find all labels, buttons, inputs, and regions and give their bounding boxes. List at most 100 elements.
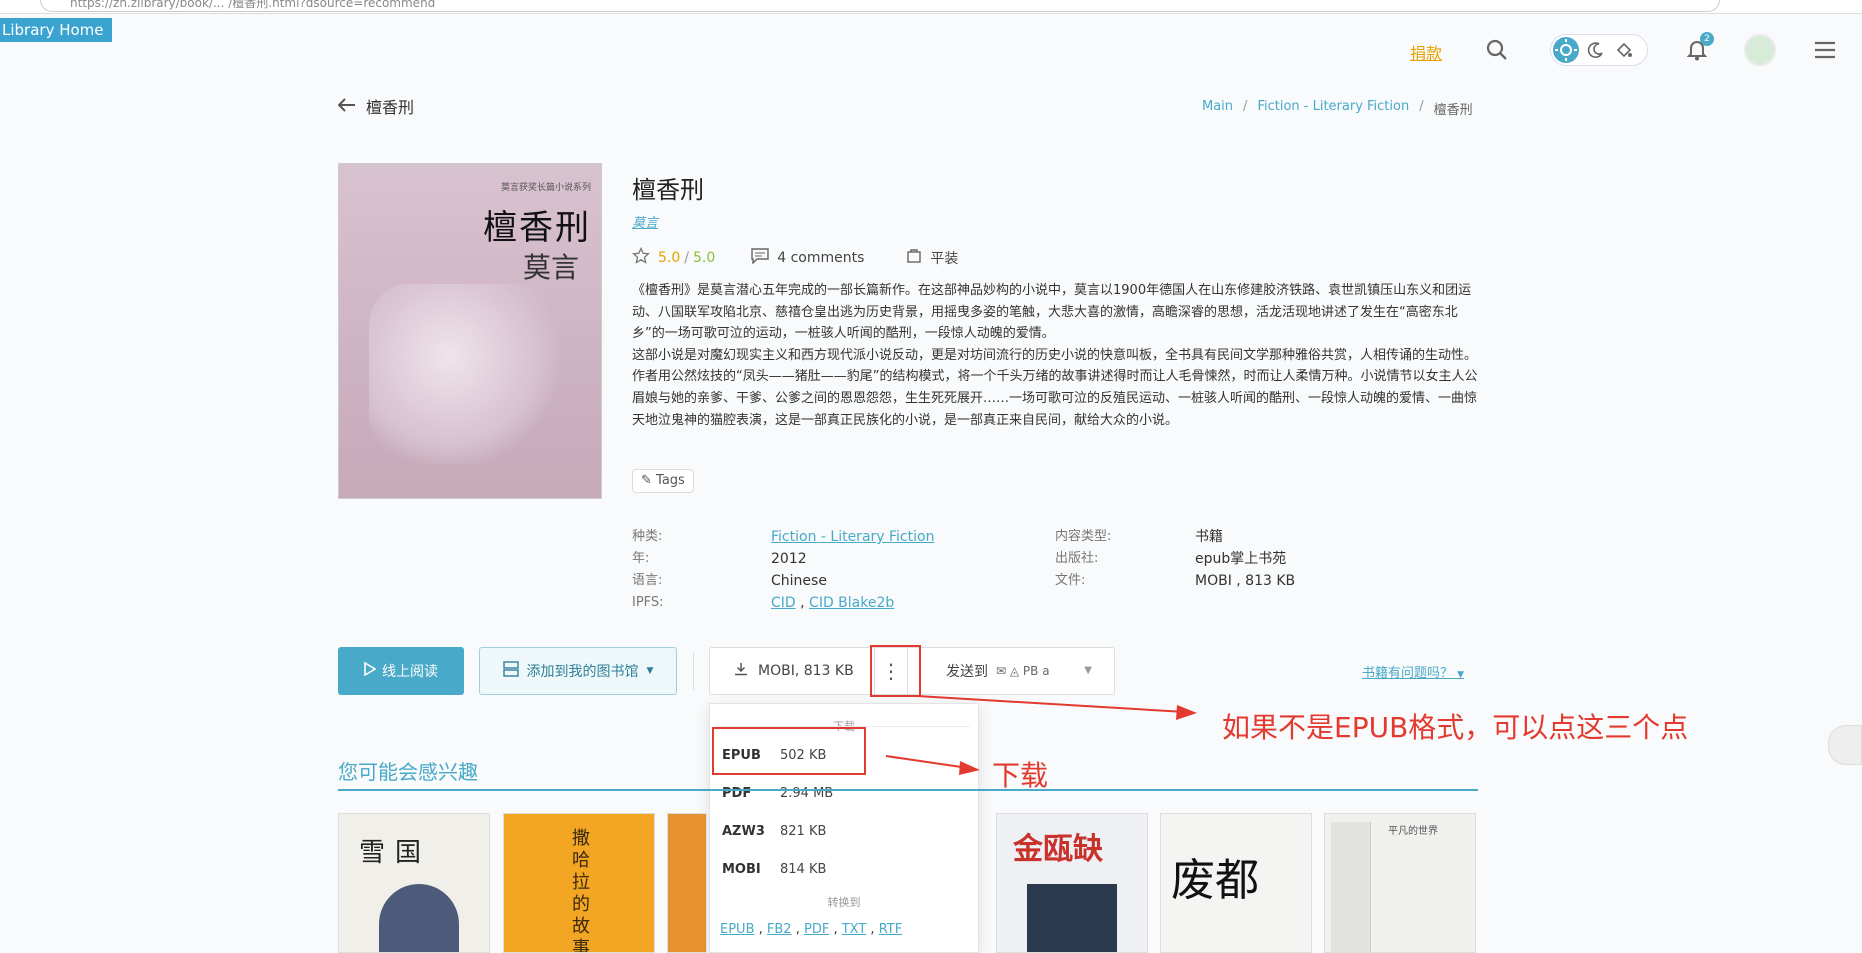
related-book-title: 撒哈拉的故事 xyxy=(572,828,590,953)
ipfs-cid-link[interactable]: CID xyxy=(771,595,796,611)
donate-link[interactable]: 捐款 xyxy=(1410,40,1442,64)
convert-epub-link[interactable]: EPUB xyxy=(720,922,755,937)
format-size: 821 KB xyxy=(780,824,827,839)
chevron-down-icon: ▼ xyxy=(646,666,654,676)
comment-icon[interactable] xyxy=(751,248,769,268)
add-to-library-label: 添加到我的图书馆 xyxy=(526,664,639,680)
arrow-left-icon[interactable] xyxy=(337,97,356,116)
convert-fb2-link[interactable]: FB2 xyxy=(767,922,792,937)
related-book-cover[interactable]: 雪国 xyxy=(338,813,490,953)
comments-count[interactable]: 4 comments xyxy=(777,250,864,266)
related-section-title: 您可能会感兴趣 xyxy=(338,760,478,784)
convert-txt-link[interactable]: TXT xyxy=(842,922,867,937)
page-title: 檀香刑 xyxy=(366,98,415,117)
convert-header: 转换到 xyxy=(827,896,861,909)
download-label: MOBI, 813 KB xyxy=(758,663,854,679)
download-icon xyxy=(734,662,748,680)
annotation-box-epub xyxy=(712,727,866,775)
related-book-title: 金瓯缺 xyxy=(1013,832,1103,867)
book-title: 檀香刑 xyxy=(632,176,704,204)
send-targets-icons: ✉ ◬ PB a xyxy=(996,664,1050,678)
pencil-icon: ✎ xyxy=(641,473,652,488)
notification-badge: 2 xyxy=(1700,32,1714,46)
convert-rtf-link[interactable]: RTF xyxy=(879,922,903,937)
rating-separator: / xyxy=(684,250,689,266)
book-problem-link[interactable]: 书籍有问题吗？ ▼ xyxy=(1362,662,1464,681)
props-right-values: 书籍 epub掌上书苑 MOBI , 813 KB xyxy=(1195,526,1395,592)
convert-pdf-link[interactable]: PDF xyxy=(804,922,829,937)
download-button[interactable]: MOBI, 813 KB xyxy=(734,648,854,694)
rating-quality: 5.0 xyxy=(692,250,716,266)
divider xyxy=(338,789,1478,791)
props-left-labels: 种类: 年: 语言: IPFS: xyxy=(632,526,762,614)
chevron-down-icon: ▼ xyxy=(1457,670,1465,680)
breadcrumb-current: 檀香刑 xyxy=(1433,103,1473,118)
related-book-title: 平凡的世界 xyxy=(1388,826,1438,837)
publisher-value: epub掌上书苑 xyxy=(1195,551,1287,567)
format-name: AZW3 xyxy=(722,824,765,839)
file-value: MOBI , 813 KB xyxy=(1195,573,1296,589)
format-size: 814 KB xyxy=(780,862,827,877)
shelf-icon xyxy=(502,661,519,681)
paint-bucket-icon[interactable] xyxy=(1615,41,1633,63)
add-to-library-button[interactable]: 添加到我的图书馆 ▼ xyxy=(479,647,677,695)
related-book-cover[interactable] xyxy=(667,813,707,953)
breadcrumb-separator: / xyxy=(1243,99,1248,114)
description-paragraph: 这部小说是对魔幻现实主义和西方现代派小说反动，更是对坊间流行的历史小说的快意叫板… xyxy=(632,347,1478,428)
library-home-tab[interactable]: Library Home xyxy=(0,18,112,42)
related-book-cover[interactable]: 撒哈拉的故事 xyxy=(503,813,655,953)
rating-value: 5.0 xyxy=(658,250,681,266)
search-icon[interactable] xyxy=(1484,37,1510,63)
related-book-cover[interactable]: 废都 xyxy=(1160,813,1312,953)
annotation-box-dots xyxy=(870,645,921,697)
category-link[interactable]: Fiction - Literary Fiction xyxy=(771,529,934,545)
ipfs-label: IPFS: xyxy=(632,595,664,610)
related-book-cover[interactable]: 平凡的世界 xyxy=(1324,813,1476,953)
url-text: https://zh.zlibrary/book/... /檀香刑.html?d… xyxy=(70,0,436,10)
assistant-avatar[interactable] xyxy=(1828,725,1862,765)
read-online-label: 线上阅读 xyxy=(382,664,438,680)
browser-url-bar[interactable]: https://zh.zlibrary/book/... /檀香刑.html?d… xyxy=(0,0,1862,14)
book-description: 《檀香刑》是莫言潜心五年完成的一部长篇新作。在这部神品妙构的小说中，莫言以190… xyxy=(632,280,1478,431)
format-option-mobi[interactable]: MOBI 814 KB xyxy=(722,862,826,877)
content-type-label: 内容类型: xyxy=(1055,529,1112,544)
format-option-azw3[interactable]: AZW3 821 KB xyxy=(722,824,826,839)
related-book-cover[interactable]: 金瓯缺 xyxy=(996,813,1148,953)
ipfs-separator: , xyxy=(795,595,810,611)
book-meta-row: 5.0 / 5.0 4 comments 平装 xyxy=(632,246,959,269)
ipfs-blake2b-link[interactable]: CID Blake2b xyxy=(809,595,894,611)
back-title[interactable]: 檀香刑 xyxy=(337,94,415,118)
binding-format: 平装 xyxy=(930,251,959,267)
format-name: MOBI xyxy=(722,862,761,877)
cover-artwork xyxy=(1027,884,1117,952)
sun-icon[interactable] xyxy=(1553,37,1579,63)
book-cover[interactable]: 莫言获奖长篇小说系列 檀香刑 莫言 xyxy=(338,163,602,499)
related-book-title: 雪国 xyxy=(359,838,432,868)
publisher-label: 出版社: xyxy=(1055,551,1099,566)
language-value: Chinese xyxy=(771,573,827,589)
book-author-link[interactable]: 莫言 xyxy=(632,212,658,231)
star-icon[interactable] xyxy=(632,246,650,269)
play-icon xyxy=(364,661,377,680)
year-value: 2012 xyxy=(771,551,807,567)
related-book-title: 废都 xyxy=(1171,855,1259,906)
tags-button[interactable]: ✎ Tags xyxy=(632,469,694,493)
breadcrumb-main[interactable]: Main xyxy=(1202,99,1233,118)
book-problem-label: 书籍有问题吗？ xyxy=(1362,666,1454,681)
send-to-button[interactable]: 发送到 ✉ ◬ PB a xyxy=(946,648,1050,694)
props-right-labels: 内容类型: 出版社: 文件: xyxy=(1055,526,1185,592)
annotation-arrow-download xyxy=(885,755,980,775)
divider xyxy=(693,652,694,690)
file-label: 文件: xyxy=(1055,573,1086,588)
convert-links: EPUB , FB2 , PDF , TXT , RTF xyxy=(720,922,903,937)
moon-icon[interactable] xyxy=(1587,41,1605,63)
chevron-down-icon[interactable]: ▼ xyxy=(1084,665,1092,676)
language-label: 语言: xyxy=(632,573,663,588)
user-avatar[interactable] xyxy=(1744,34,1776,66)
theme-switch[interactable] xyxy=(1550,34,1648,66)
read-online-button[interactable]: 线上阅读 xyxy=(338,647,464,695)
breadcrumb-category[interactable]: Fiction - Literary Fiction xyxy=(1257,99,1409,118)
menu-icon[interactable] xyxy=(1812,37,1838,63)
cover-artwork xyxy=(1331,822,1371,952)
props-left-values: Fiction - Literary Fiction 2012 Chinese … xyxy=(771,526,1031,614)
